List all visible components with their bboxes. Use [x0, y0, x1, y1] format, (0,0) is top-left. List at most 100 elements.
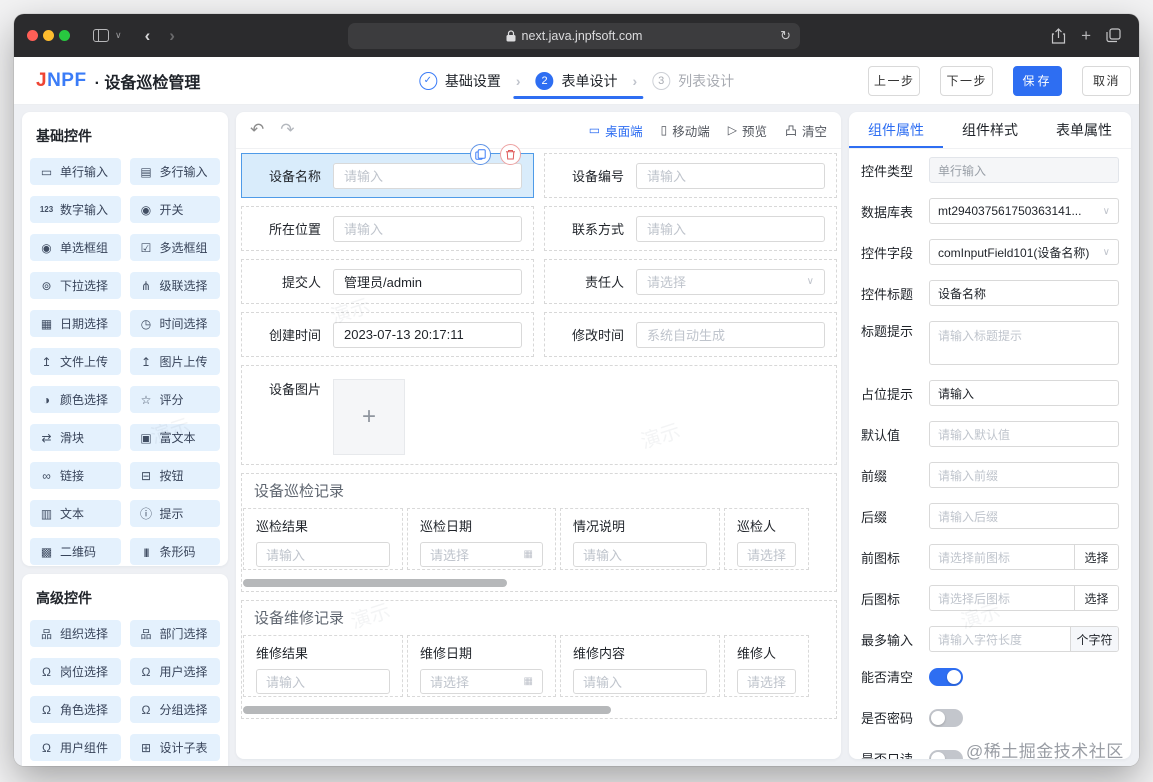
control-item[interactable]: ☆ 评分 [130, 386, 221, 413]
control-field-select[interactable]: comInputField101(设备名称)∨ [929, 239, 1119, 265]
owner-select[interactable]: 请选择∨ [636, 269, 825, 295]
tab-overview-icon[interactable] [1106, 28, 1121, 43]
control-item[interactable]: ⊞ 设计子表 [130, 734, 221, 761]
prefix-input[interactable]: 请输入前缀 [929, 462, 1119, 488]
canvas-field-modify-time[interactable]: 修改时间 系统自动生成 [544, 312, 837, 357]
control-item[interactable]: Ω 角色选择 [30, 696, 121, 723]
share-icon[interactable] [1051, 28, 1066, 44]
subtable-column-input[interactable]: 请输入 [573, 542, 707, 567]
cancel-button[interactable]: 取消 [1082, 66, 1131, 96]
control-item[interactable]: ▩ 二维码 [30, 538, 121, 565]
control-item[interactable]: 品 组织选择 [30, 620, 121, 647]
minimize-window-button[interactable] [43, 30, 54, 41]
desktop-view-tab[interactable]: ▭桌面端 [589, 121, 643, 140]
control-item[interactable]: ⊚ 下拉选择 [30, 272, 121, 299]
control-item[interactable]: ☑ 多选框组 [130, 234, 221, 261]
subtable-column[interactable]: 巡检结果 请输入 [243, 508, 403, 570]
delete-field-button[interactable] [500, 144, 521, 165]
tab-form-props[interactable]: 表单属性 [1037, 112, 1131, 148]
save-button[interactable]: 保存 [1013, 66, 1062, 96]
control-item[interactable]: 123 数字输入 [30, 196, 121, 223]
canvas-field-create-time[interactable]: 创建时间 2023-07-13 20:17:11 [241, 312, 534, 357]
subtable-column-input[interactable]: 请输入 [256, 542, 390, 567]
location-input[interactable]: 请输入 [333, 216, 522, 242]
contact-input[interactable]: 请输入 [636, 216, 825, 242]
subtable-column[interactable]: 巡检日期 请选择▦ [407, 508, 556, 570]
tab-component-props[interactable]: 组件属性 [849, 112, 943, 148]
clearable-toggle[interactable] [929, 668, 963, 686]
image-upload-box[interactable]: + [333, 379, 405, 455]
control-item[interactable]: ◉ 单选框组 [30, 234, 121, 261]
subtable-column[interactable]: 巡检人 请选择 [724, 508, 809, 570]
create-time-input[interactable]: 2023-07-13 20:17:11 [333, 322, 522, 348]
subtable-column[interactable]: 维修人 请选择 [724, 635, 809, 697]
subtable-repair[interactable]: 设备维修记录 维修结果 请输入 维修日期 请选择▦ [241, 600, 837, 719]
canvas-field-submitter[interactable]: 提交人 管理员/admin [241, 259, 534, 304]
new-tab-icon[interactable]: + [1081, 26, 1091, 46]
back-icon-input[interactable]: 请选择后图标 [930, 586, 1074, 610]
device-no-input[interactable]: 请输入 [636, 163, 825, 189]
forward-icon[interactable]: › [169, 26, 175, 46]
control-item[interactable]: 品 部门选择 [130, 620, 221, 647]
back-icon-select-button[interactable]: 选择 [1074, 586, 1118, 610]
horizontal-scrollbar[interactable] [243, 579, 507, 587]
subtable-column[interactable]: 维修结果 请输入 [243, 635, 403, 697]
title-tip-textarea[interactable]: 请输入标题提示 [929, 321, 1119, 365]
canvas-field-device-image[interactable]: 设备图片 + [241, 365, 837, 465]
control-item[interactable]: ⊟ 按钮 [130, 462, 221, 489]
reload-icon[interactable]: ↻ [780, 28, 791, 44]
step-list-design[interactable]: 3 列表设计 [652, 57, 734, 104]
control-item[interactable]: ◑ 颜色选择 [30, 386, 121, 413]
control-item[interactable]: ▣ 富文本 [130, 424, 221, 451]
subtable-column-input[interactable]: 请选择 [737, 542, 796, 567]
control-item[interactable]: ↥ 图片上传 [130, 348, 221, 375]
db-table-select[interactable]: mt294037561750363141...∨ [929, 198, 1119, 224]
control-item[interactable]: ↥ 文件上传 [30, 348, 121, 375]
control-title-input[interactable]: 设备名称 [929, 280, 1119, 306]
password-toggle[interactable] [929, 709, 963, 727]
next-step-button[interactable]: 下一步 [940, 66, 993, 96]
control-item[interactable]: ▤ 多行输入 [130, 158, 221, 185]
tab-component-style[interactable]: 组件样式 [943, 112, 1037, 148]
sidebar-toggle-icon[interactable] [93, 29, 109, 42]
control-item[interactable]: Ω 分组选择 [130, 696, 221, 723]
control-item[interactable]: ⋔ 级联选择 [130, 272, 221, 299]
control-item[interactable]: Ω 用户组件 [30, 734, 121, 761]
control-item[interactable]: ▦ 日期选择 [30, 310, 121, 337]
control-item[interactable]: ⓘ 提示 [130, 500, 221, 527]
canvas-field-device-name[interactable]: 设备名称 请输入 [241, 153, 534, 198]
canvas-field-owner[interactable]: 责任人 请选择∨ [544, 259, 837, 304]
submitter-input[interactable]: 管理员/admin [333, 269, 522, 295]
subtable-column-input[interactable]: 请输入 [256, 669, 390, 694]
undo-icon[interactable]: ↶ [250, 120, 264, 140]
max-length-input[interactable]: 请输入字符长度 [930, 627, 1070, 651]
back-icon[interactable]: ‹ [145, 26, 151, 46]
control-item[interactable]: Ω 用户选择 [130, 658, 221, 685]
default-value-input[interactable]: 请输入默认值 [929, 421, 1119, 447]
canvas-field-contact[interactable]: 联系方式 请输入 [544, 206, 837, 251]
canvas-field-location[interactable]: 所在位置 请输入 [241, 206, 534, 251]
subtable-column-input[interactable]: 请输入 [573, 669, 707, 694]
close-window-button[interactable] [27, 30, 38, 41]
horizontal-scrollbar[interactable] [243, 706, 611, 714]
step-basic-settings[interactable]: ✓ 基础设置 [419, 57, 501, 104]
subtable-column-input[interactable]: 请选择▦ [420, 542, 543, 567]
modify-time-input[interactable]: 系统自动生成 [636, 322, 825, 348]
redo-icon[interactable]: ↷ [280, 120, 294, 140]
address-bar[interactable]: next.java.jnpfsoft.com ↻ [348, 23, 800, 49]
front-icon-select-button[interactable]: 选择 [1074, 545, 1118, 569]
clear-button[interactable]: 凸清空 [785, 121, 827, 140]
readonly-toggle[interactable] [929, 750, 963, 760]
chevron-down-icon[interactable]: ∨ [115, 30, 122, 41]
control-item[interactable]: Ω 岗位选择 [30, 658, 121, 685]
preview-button[interactable]: ▷预览 [728, 121, 767, 140]
control-item[interactable]: ◷ 时间选择 [130, 310, 221, 337]
front-icon-input[interactable]: 请选择前图标 [930, 545, 1074, 569]
subtable-column[interactable]: 维修内容 请输入 [560, 635, 720, 697]
subtable-column[interactable]: 情况说明 请输入 [560, 508, 720, 570]
control-item[interactable]: ⇄ 滑块 [30, 424, 121, 451]
control-item[interactable]: ▥ 文本 [30, 500, 121, 527]
control-item[interactable]: ||| 条形码 [130, 538, 221, 565]
control-item[interactable]: ∞ 链接 [30, 462, 121, 489]
subtable-column-input[interactable]: 请选择 [737, 669, 796, 694]
